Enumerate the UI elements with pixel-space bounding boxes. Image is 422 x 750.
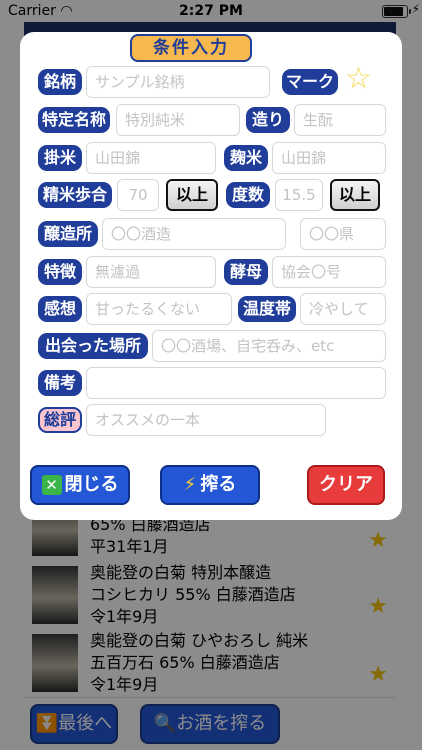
- alcohol-or-more-toggle[interactable]: 以上: [330, 179, 380, 211]
- clear-button[interactable]: クリア: [307, 465, 385, 505]
- lightning-icon: ⚡: [183, 474, 197, 495]
- favorite-star-icon[interactable]: ☆: [345, 64, 372, 94]
- brewing-method-input[interactable]: 生酛: [294, 104, 386, 136]
- polish-or-more-toggle[interactable]: 以上: [166, 179, 218, 211]
- review-input[interactable]: オススメの一本: [86, 404, 326, 436]
- label-brewery: 醸造所: [38, 221, 98, 247]
- label-review: 総評: [38, 407, 82, 433]
- koujimai-input[interactable]: 山田錦: [272, 142, 386, 174]
- impression-input[interactable]: 甘ったるくない: [86, 293, 232, 325]
- label-kakemai: 掛米: [38, 145, 82, 171]
- kakemai-input[interactable]: 山田錦: [86, 142, 216, 174]
- label-mark: マーク: [282, 69, 338, 95]
- note-input[interactable]: [86, 367, 386, 399]
- alcohol-input[interactable]: 15.5: [275, 179, 323, 211]
- squeeze-button[interactable]: ⚡ 搾る: [160, 465, 260, 505]
- label-brewing-method: 造り: [246, 107, 290, 133]
- close-button[interactable]: ✕ 閉じる: [30, 465, 130, 505]
- yeast-input[interactable]: 協会〇号: [272, 256, 386, 288]
- feature-input[interactable]: 無濾過: [86, 256, 216, 288]
- place-input[interactable]: 〇〇酒場、自宅呑み、etc: [152, 330, 386, 362]
- label-koujimai: 麹米: [224, 145, 268, 171]
- label-note: 備考: [38, 370, 82, 396]
- brewery-input[interactable]: 〇〇酒造: [102, 218, 286, 250]
- label-impression: 感想: [38, 296, 82, 322]
- modal-title: 条件入力: [130, 34, 252, 62]
- label-place: 出会った場所: [38, 333, 148, 359]
- label-feature: 特徴: [38, 259, 82, 285]
- label-special-designation: 特定名称: [38, 107, 110, 133]
- prefecture-input[interactable]: 〇〇県: [300, 218, 386, 250]
- special-designation-input[interactable]: 特別純米: [116, 104, 240, 136]
- label-alcohol: 度数: [226, 182, 270, 208]
- label-polish-ratio: 精米歩合: [38, 182, 112, 208]
- brand-input[interactable]: サンプル銘柄: [86, 66, 270, 98]
- temperature-input[interactable]: 冷やして: [300, 293, 386, 325]
- label-brand: 銘柄: [38, 69, 82, 95]
- close-x-icon: ✕: [41, 475, 62, 495]
- label-temperature: 温度帯: [238, 296, 296, 322]
- polish-ratio-input[interactable]: 70: [117, 179, 159, 211]
- label-yeast: 酵母: [224, 259, 268, 285]
